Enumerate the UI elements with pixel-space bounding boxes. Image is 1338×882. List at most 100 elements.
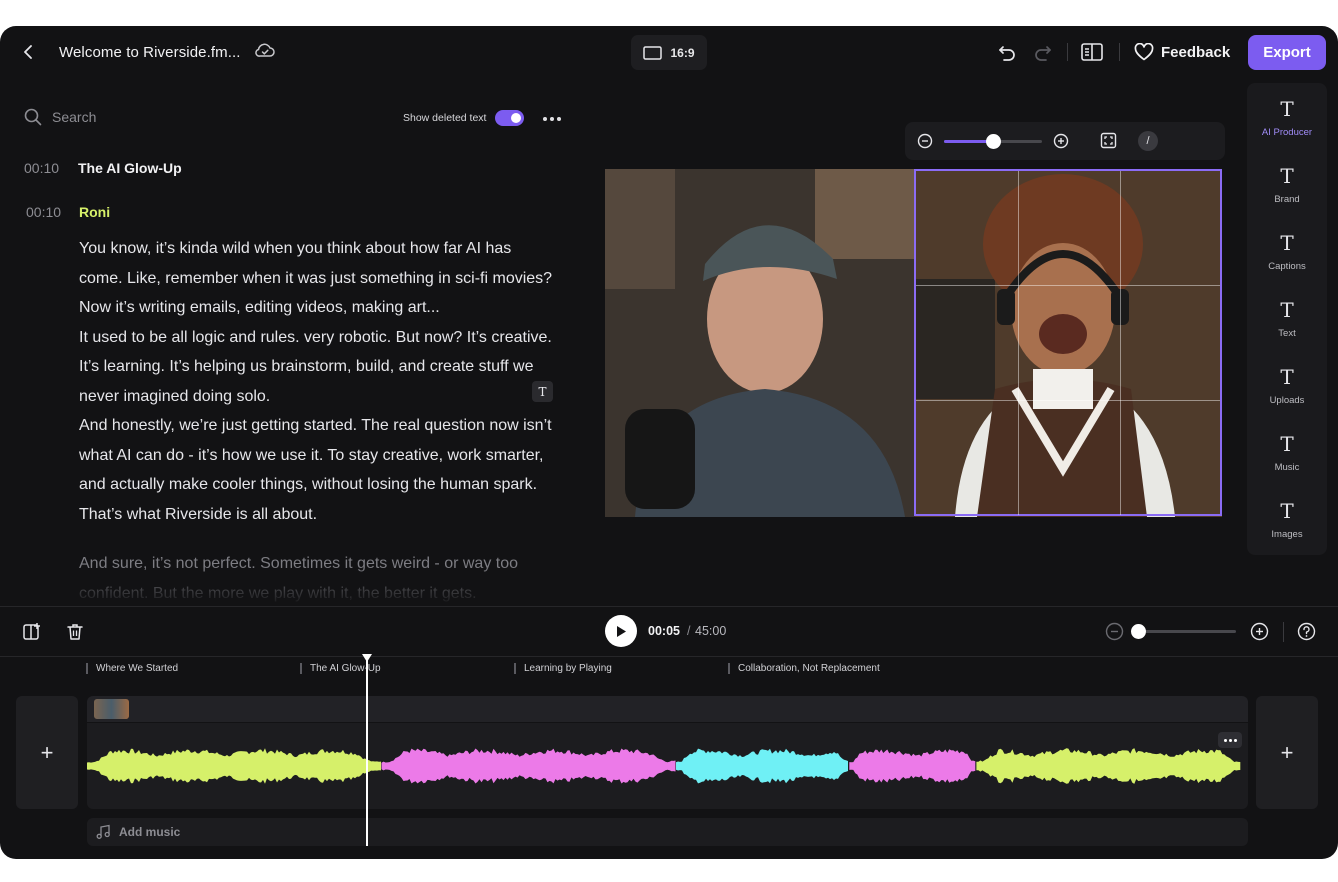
chapter-timestamp[interactable]: 00:10 xyxy=(24,160,59,176)
time-separator: / xyxy=(687,624,691,638)
waveform-segment[interactable] xyxy=(849,749,976,783)
text-T-icon: T xyxy=(1280,164,1294,188)
host-video-frame xyxy=(605,169,915,517)
export-button[interactable]: Export xyxy=(1248,35,1326,70)
tool-label: Text xyxy=(1278,328,1296,339)
toolbar-divider xyxy=(1067,43,1068,61)
rule-of-thirds-gridline xyxy=(916,285,1220,286)
panel-divider xyxy=(0,656,1338,657)
transcript-paragraph[interactable]: And honestly, we’re just getting started… xyxy=(79,411,559,529)
show-deleted-text-toggle[interactable] xyxy=(495,110,525,126)
transcript-fade-overlay xyxy=(0,566,600,606)
text-T-icon: T xyxy=(1280,499,1294,523)
waveform-segment[interactable] xyxy=(676,748,848,784)
undo-icon[interactable] xyxy=(996,41,1018,63)
audio-waveform-track[interactable] xyxy=(87,723,1248,809)
rule-of-thirds-gridline xyxy=(1018,171,1019,515)
tools-rail: T AI Producer T Brand T Captions T Text … xyxy=(1247,83,1327,555)
layout-panel-icon[interactable] xyxy=(1080,41,1104,63)
audio-waveform xyxy=(87,748,1241,784)
show-deleted-text-control: Show deleted text xyxy=(403,110,525,126)
tool-label: Brand xyxy=(1274,194,1300,205)
rule-of-thirds-gridline xyxy=(916,400,1220,401)
split-clip-icon[interactable] xyxy=(22,622,42,642)
help-icon[interactable] xyxy=(1297,622,1316,641)
add-clip-before-button[interactable]: + xyxy=(16,696,78,809)
timeline-chapter-marker[interactable]: Where We Started xyxy=(86,662,178,674)
cloud-sync-icon xyxy=(255,43,275,57)
text-T-icon: T xyxy=(1280,97,1294,121)
tool-text[interactable]: T Text xyxy=(1247,298,1327,358)
preview-zoom-handle[interactable] xyxy=(986,134,1001,149)
project-title[interactable]: Welcome to Riverside.fm... xyxy=(59,44,241,61)
toolbar-divider xyxy=(1119,43,1120,61)
timeline-zoom-in-icon[interactable] xyxy=(1250,622,1269,641)
chapter-title[interactable]: The AI Glow-Up xyxy=(78,160,182,176)
feedback-button[interactable]: Feedback xyxy=(1134,40,1230,64)
text-T-icon: T xyxy=(1280,432,1294,456)
add-music-label: Add music xyxy=(119,825,181,839)
add-music-track[interactable]: Add music xyxy=(87,818,1248,846)
back-button[interactable] xyxy=(18,42,38,62)
tool-brand[interactable]: T Brand xyxy=(1247,164,1327,224)
slash-command-button[interactable]: / xyxy=(1138,131,1158,151)
tool-music[interactable]: T Music xyxy=(1247,432,1327,492)
add-clip-after-button[interactable]: + xyxy=(1256,696,1318,809)
waveform-segment[interactable] xyxy=(976,748,1241,784)
timeline-zoom-handle[interactable] xyxy=(1131,624,1147,639)
tool-label: AI Producer xyxy=(1261,127,1313,138)
play-button[interactable] xyxy=(605,615,637,647)
text-T-icon: T xyxy=(1280,298,1294,322)
video-feed-guest[interactable] xyxy=(915,169,1222,517)
timeline-chapter-label: Where We Started xyxy=(96,662,179,674)
transcript-search[interactable]: Search xyxy=(24,108,96,126)
zoom-in-icon[interactable] xyxy=(1053,133,1069,149)
timeline-chapter-marker[interactable]: Learning by Playing xyxy=(514,662,612,674)
tool-images[interactable]: T Images xyxy=(1247,499,1327,559)
speaker-timestamp[interactable]: 00:10 xyxy=(26,204,61,220)
transcript-paragraph[interactable]: You know, it’s kinda wild when you think… xyxy=(79,234,559,323)
clip-more-options-icon[interactable] xyxy=(1218,732,1242,748)
redo-icon[interactable] xyxy=(1032,41,1054,63)
zoom-out-icon[interactable] xyxy=(917,133,933,149)
text-T-icon: T xyxy=(1280,365,1294,389)
text-T-icon: T xyxy=(1280,231,1294,255)
current-time: 00:05 xyxy=(648,624,680,638)
waveform-segment[interactable] xyxy=(87,748,381,784)
playhead-handle[interactable] xyxy=(361,653,373,663)
total-time: 45:00 xyxy=(695,624,727,638)
panel-divider xyxy=(0,606,1338,607)
fullscreen-icon[interactable] xyxy=(1100,132,1117,149)
more-options-icon[interactable] xyxy=(543,116,561,122)
transcript-text[interactable]: You know, it’s kinda wild when you think… xyxy=(79,234,559,608)
tool-label: Images xyxy=(1271,529,1303,540)
timeline-zoom-slider[interactable] xyxy=(1131,624,1236,639)
speaker-name[interactable]: Roni xyxy=(79,204,110,220)
waveform-segment[interactable] xyxy=(381,748,676,784)
tool-label: Captions xyxy=(1268,261,1306,272)
rule-of-thirds-gridline xyxy=(1120,171,1121,515)
tool-ai-producer[interactable]: T AI Producer xyxy=(1247,97,1327,157)
aspect-ratio-button[interactable]: 16:9 xyxy=(631,35,707,70)
tool-captions[interactable]: T Captions xyxy=(1247,231,1327,291)
transcript-paragraph[interactable]: It used to be all logic and rules. very … xyxy=(79,323,559,412)
toolbar-divider xyxy=(1283,622,1284,642)
timeline-zoom-out-icon[interactable] xyxy=(1105,622,1124,641)
feedback-label: Feedback xyxy=(1161,43,1231,61)
video-track[interactable] xyxy=(87,696,1248,722)
tool-uploads[interactable]: T Uploads xyxy=(1247,365,1327,425)
trash-icon[interactable] xyxy=(65,622,85,642)
video-thumbnail xyxy=(94,699,129,719)
timeline-chapter-marker[interactable]: The AI Glow-Up xyxy=(300,662,381,674)
video-feed-host[interactable] xyxy=(605,169,915,517)
editor-window: Welcome to Riverside.fm... 16:9 Feedback… xyxy=(0,26,1338,859)
timeline-chapter-label: Collaboration, Not Replacement xyxy=(738,662,880,674)
preview-zoom-slider[interactable] xyxy=(944,134,1042,149)
text-overlay-badge[interactable]: T xyxy=(532,381,553,402)
tool-label: Music xyxy=(1274,462,1300,473)
tool-label: Uploads xyxy=(1269,395,1305,406)
timeline-chapter-marker[interactable]: Collaboration, Not Replacement xyxy=(728,662,880,674)
video-preview-canvas[interactable] xyxy=(605,169,1222,517)
heart-icon xyxy=(1134,43,1154,61)
timeline-chapter-label: The AI Glow-Up xyxy=(310,662,381,674)
